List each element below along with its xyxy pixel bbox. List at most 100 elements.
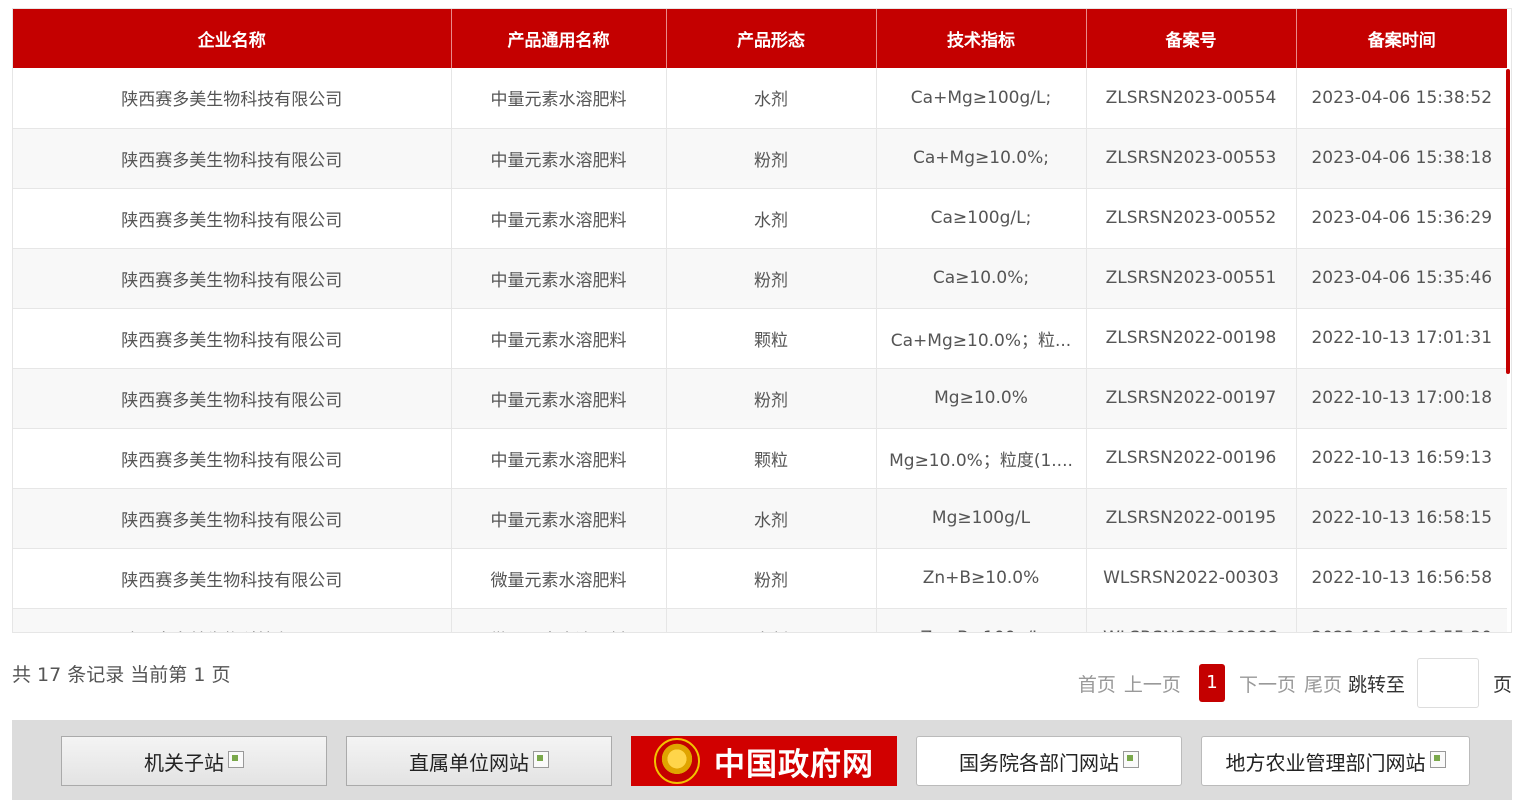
cell-product-form: 粉剂 bbox=[666, 548, 877, 609]
cell-record-no: ZLSRSN2023-00553 bbox=[1086, 128, 1297, 189]
cell-product-name: 微量元素水溶肥料 bbox=[451, 548, 667, 609]
cell-tech-spec: Mg≥10.0%；粒度(1.... bbox=[876, 428, 1087, 489]
cell-record-no: WLSRSN2022-00302 bbox=[1086, 608, 1297, 632]
footer-link-label: 直属单位网站 bbox=[409, 750, 529, 775]
cell-tech-spec: Mg≥10.0% bbox=[876, 368, 1087, 429]
broken-image-icon bbox=[1429, 750, 1446, 768]
pager-summary: 共 17 条记录 当前第 1 页 bbox=[12, 664, 231, 686]
first-page-link[interactable]: 首页 bbox=[1078, 670, 1116, 697]
cell-record-time: 2023-04-06 15:38:52 bbox=[1296, 68, 1507, 129]
table-scrollbar[interactable] bbox=[1506, 69, 1510, 374]
header-record-no: 备案号 bbox=[1086, 9, 1297, 68]
header-tech-spec: 技术指标 bbox=[876, 9, 1087, 68]
cell-tech-spec: Ca+Mg≥100g/L; bbox=[876, 68, 1087, 129]
cell-tech-spec: Ca+Mg≥10.0%; bbox=[876, 128, 1087, 189]
cell-product-form: 水剂 bbox=[666, 608, 877, 632]
cell-tech-spec: Ca≥100g/L; bbox=[876, 188, 1087, 249]
cell-product-form: 粉剂 bbox=[666, 248, 877, 309]
cell-product-name: 中量元素水溶肥料 bbox=[451, 308, 667, 369]
cell-record-time: 2022-10-13 17:01:31 bbox=[1296, 308, 1507, 369]
cell-company: 陕西赛多美生物科技有限公司 bbox=[13, 428, 452, 489]
table-row[interactable]: 陕西赛多美生物科技有限公司 中量元素水溶肥料 水剂 Ca+Mg≥100g/L; ZLSR… bbox=[13, 68, 1507, 129]
cell-record-time: 2023-04-06 15:35:46 bbox=[1296, 248, 1507, 309]
cell-tech-spec: Zn+B≥10.0% bbox=[876, 548, 1087, 609]
cell-record-no: ZLSRSN2022-00198 bbox=[1086, 308, 1297, 369]
cell-product-name: 微量元素水溶肥料 bbox=[451, 608, 667, 632]
records-table: 企业名称 产品通用名称 产品形态 技术指标 备案号 备案时间 陕西赛多美生物科技… bbox=[13, 9, 1507, 632]
cell-product-form: 颗粒 bbox=[666, 428, 877, 489]
cell-record-time: 2022-10-13 16:58:15 bbox=[1296, 488, 1507, 549]
cell-company: 陕西赛多美生物科技有限公司 bbox=[13, 488, 452, 549]
cell-product-form: 水剂 bbox=[666, 488, 877, 549]
records-table-container: 企业名称 产品通用名称 产品形态 技术指标 备案号 备案时间 陕西赛多美生物科技… bbox=[12, 8, 1512, 633]
next-page-link[interactable]: 下一页 bbox=[1239, 670, 1296, 697]
cell-company: 陕西赛多美生物科技有限公司 bbox=[13, 188, 452, 249]
footer-link-affiliated-units[interactable]: 直属单位网站 bbox=[346, 736, 612, 786]
cell-tech-spec: Ca+Mg≥10.0%；粒... bbox=[876, 308, 1087, 369]
table-row[interactable]: 陕西赛多美生物科技有限公司 中量元素水溶肥料 颗粒 Mg≥10.0%；粒度(1....… bbox=[13, 428, 1507, 489]
cell-tech-spec: Mg≥100g/L bbox=[876, 488, 1087, 549]
cell-record-no: ZLSRSN2023-00554 bbox=[1086, 68, 1297, 129]
cell-record-no: ZLSRSN2023-00551 bbox=[1086, 248, 1297, 309]
footer-link-label: 机关子站 bbox=[144, 750, 224, 775]
cell-company: 陕西赛多美生物科技有限公司 bbox=[13, 608, 452, 632]
cell-product-form: 粉剂 bbox=[666, 368, 877, 429]
cell-company: 陕西赛多美生物科技有限公司 bbox=[13, 308, 452, 369]
cell-product-form: 颗粒 bbox=[666, 308, 877, 369]
cell-record-time: 2022-10-13 16:55:30 bbox=[1296, 608, 1507, 632]
table-row[interactable]: 陕西赛多美生物科技有限公司 中量元素水溶肥料 颗粒 Ca+Mg≥10.0%；粒... Z… bbox=[13, 308, 1507, 369]
cell-record-time: 2023-04-06 15:38:18 bbox=[1296, 128, 1507, 189]
jump-page-input[interactable] bbox=[1416, 658, 1479, 708]
cell-tech-spec: Ca≥10.0%; bbox=[876, 248, 1087, 309]
cell-product-name: 中量元素水溶肥料 bbox=[451, 68, 667, 129]
cell-record-time: 2022-10-13 16:56:58 bbox=[1296, 548, 1507, 609]
jump-to-label: 跳转至 bbox=[1347, 673, 1405, 696]
footer-link-gov-cn[interactable]: 中国政府网 bbox=[631, 736, 897, 786]
footer-links-bar: 机关子站 直属单位网站 中国政府网 国务院各部门网站 地方农业管理部门网站 bbox=[12, 720, 1512, 800]
table-row[interactable]: 陕西赛多美生物科技有限公司 中量元素水溶肥料 粉剂 Mg≥10.0% ZLSRSN202… bbox=[13, 368, 1507, 429]
cell-company: 陕西赛多美生物科技有限公司 bbox=[13, 128, 452, 189]
cell-record-time: 2022-10-13 17:00:18 bbox=[1296, 368, 1507, 429]
cell-company: 陕西赛多美生物科技有限公司 bbox=[13, 248, 452, 309]
header-record-time: 备案时间 bbox=[1296, 9, 1507, 68]
table-row[interactable]: 陕西赛多美生物科技有限公司 中量元素水溶肥料 粉剂 Ca≥10.0%; ZLSRSN20… bbox=[13, 248, 1507, 309]
footer-link-agency-sites[interactable]: 机关子站 bbox=[61, 736, 327, 786]
cell-product-form: 水剂 bbox=[666, 68, 877, 129]
table-row[interactable]: 陕西赛多美生物科技有限公司 中量元素水溶肥料 水剂 Mg≥100g/L ZLSRSN20… bbox=[13, 488, 1507, 549]
table-header-row: 企业名称 产品通用名称 产品形态 技术指标 备案号 备案时间 bbox=[13, 9, 1507, 68]
table-row[interactable]: 陕西赛多美生物科技有限公司 微量元素水溶肥料 粉剂 Zn+B≥10.0% WLSRSN2… bbox=[13, 548, 1507, 609]
cell-product-name: 中量元素水溶肥料 bbox=[451, 488, 667, 549]
cell-product-name: 中量元素水溶肥料 bbox=[451, 128, 667, 189]
header-product-name: 产品通用名称 bbox=[451, 9, 667, 68]
cell-record-no: WLSRSN2022-00303 bbox=[1086, 548, 1297, 609]
footer-link-label: 地方农业管理部门网站 bbox=[1225, 750, 1426, 775]
cell-company: 陕西赛多美生物科技有限公司 bbox=[13, 548, 452, 609]
cell-record-time: 2022-10-13 16:59:13 bbox=[1296, 428, 1507, 489]
cell-record-no: ZLSRSN2022-00195 bbox=[1086, 488, 1297, 549]
cell-tech-spec: Zn+B≥100g/L bbox=[876, 608, 1087, 632]
footer-link-state-council-depts[interactable]: 国务院各部门网站 bbox=[916, 736, 1182, 786]
footer-link-label: 国务院各部门网站 bbox=[959, 750, 1119, 775]
cell-record-no: ZLSRSN2022-00197 bbox=[1086, 368, 1297, 429]
table-row[interactable]: 陕西赛多美生物科技有限公司 中量元素水溶肥料 水剂 Ca≥100g/L; ZLSRSN2… bbox=[13, 188, 1507, 249]
broken-image-icon bbox=[533, 750, 549, 768]
footer-link-label: 中国政府网 bbox=[714, 746, 874, 783]
cell-product-form: 粉剂 bbox=[666, 128, 877, 189]
cell-record-no: ZLSRSN2023-00552 bbox=[1086, 188, 1297, 249]
cell-product-name: 中量元素水溶肥料 bbox=[451, 368, 667, 429]
last-page-link[interactable]: 尾页 bbox=[1304, 670, 1342, 697]
page-suffix-label: 页 bbox=[1492, 673, 1512, 696]
cell-record-no: ZLSRSN2022-00196 bbox=[1086, 428, 1297, 489]
footer-link-local-agri-depts[interactable]: 地方农业管理部门网站 bbox=[1201, 736, 1470, 786]
cell-product-name: 中量元素水溶肥料 bbox=[451, 428, 667, 489]
table-row[interactable]: 陕西赛多美生物科技有限公司 中量元素水溶肥料 粉剂 Ca+Mg≥10.0%; ZLSRS… bbox=[13, 128, 1507, 189]
current-page-button[interactable]: 1 bbox=[1198, 664, 1225, 702]
header-product-form: 产品形态 bbox=[666, 9, 877, 68]
table-row[interactable]: 陕西赛多美生物科技有限公司微量元素水溶肥料水剂Zn+B≥100g/LWLSRSN… bbox=[13, 608, 1507, 632]
broken-image-icon bbox=[1123, 750, 1139, 768]
prev-page-link[interactable]: 上一页 bbox=[1124, 670, 1181, 697]
header-company: 企业名称 bbox=[13, 9, 452, 68]
cell-company: 陕西赛多美生物科技有限公司 bbox=[13, 68, 452, 129]
cell-company: 陕西赛多美生物科技有限公司 bbox=[13, 368, 452, 429]
national-emblem-icon bbox=[654, 738, 700, 784]
